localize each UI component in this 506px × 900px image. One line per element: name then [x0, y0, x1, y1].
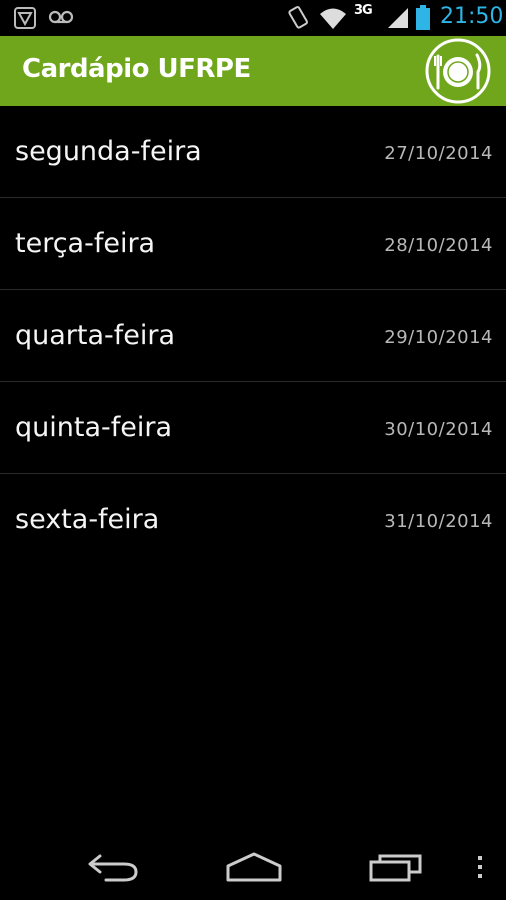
- overflow-menu-icon[interactable]: [472, 852, 488, 882]
- day-date: 28/10/2014: [384, 235, 493, 256]
- action-bar: Cardápio UFRPE: [0, 36, 506, 106]
- day-name: sexta-feira: [15, 504, 160, 535]
- signal-icon: [386, 5, 410, 29]
- list-item[interactable]: quarta-feira 29/10/2014: [0, 290, 506, 382]
- list-item[interactable]: segunda-feira 27/10/2014: [0, 106, 506, 198]
- day-name: quinta-feira: [15, 412, 173, 443]
- navigation-bar: [0, 830, 506, 900]
- list-item[interactable]: quinta-feira 30/10/2014: [0, 382, 506, 474]
- wifi-icon: [318, 6, 348, 30]
- list-item[interactable]: sexta-feira 31/10/2014: [0, 474, 506, 566]
- day-date: 30/10/2014: [384, 419, 493, 440]
- day-name: quarta-feira: [15, 320, 176, 351]
- day-date: 29/10/2014: [384, 327, 493, 348]
- rotation-icon: [286, 5, 310, 31]
- day-date: 27/10/2014: [384, 143, 493, 164]
- day-list: segunda-feira 27/10/2014 terça-feira 28/…: [0, 106, 506, 566]
- day-name: segunda-feira: [15, 136, 202, 167]
- plate-fork-knife-icon[interactable]: [425, 38, 491, 104]
- voicemail-icon: [48, 8, 74, 26]
- day-name: terça-feira: [15, 228, 156, 259]
- list-item[interactable]: terça-feira 28/10/2014: [0, 198, 506, 290]
- vpn-icon: [14, 7, 36, 29]
- app-title: Cardápio UFRPE: [22, 54, 251, 84]
- recent-apps-icon[interactable]: [368, 852, 424, 882]
- day-date: 31/10/2014: [384, 511, 493, 532]
- network-type-label: 3G: [354, 3, 373, 18]
- status-bar: 3G 21:50: [0, 0, 506, 36]
- back-icon[interactable]: [86, 850, 142, 884]
- home-icon[interactable]: [224, 850, 284, 884]
- battery-icon: [416, 5, 430, 30]
- status-clock: 21:50: [440, 4, 504, 29]
